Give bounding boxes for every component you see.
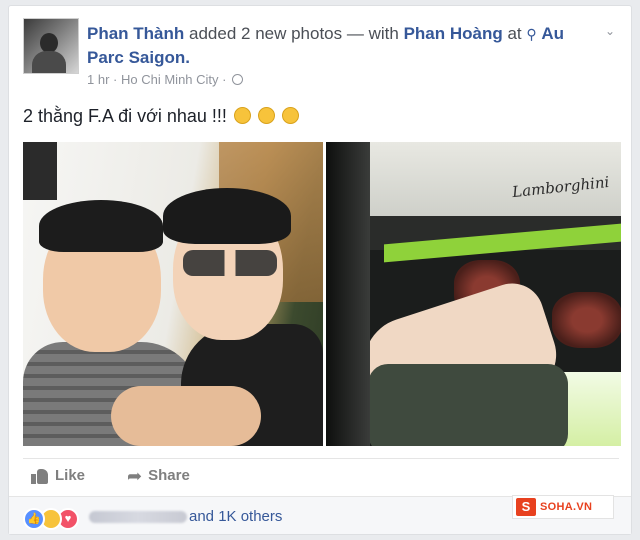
post-meta: 1 hr · Ho Chi Minh City · [87,72,244,87]
blurred-reactor-name [89,511,187,523]
person-right-hair [163,188,291,244]
photo-selfie[interactable] [23,142,323,446]
smile-emoji-icon [233,107,251,124]
watermark-text: SOHA.VN [540,501,593,513]
photo-bg-shelf [23,142,57,200]
map-pin-icon: ⚲ [526,26,537,42]
meta-separator-2: · [222,72,227,87]
like-label: Like [55,467,86,484]
relieved-emoji-icon [257,107,275,124]
like-button[interactable]: Like [31,467,85,484]
post-headline: Phan Thành added 2 new photos — with Pha… [87,22,597,70]
meta-separator: · [113,72,118,87]
sunglasses [183,250,277,276]
action-text: added 2 new photos — with [189,24,399,43]
avatar-head-shape [40,33,58,53]
reaction-count-text[interactable]: and 1K others [189,508,282,525]
like-reaction-icon: 👍 [23,508,45,530]
post-text: 2 thằng F.A đi với nhau !!! [23,106,299,127]
photo-car-interior[interactable]: Lamborghini [326,142,621,446]
tagged-friend-link[interactable]: Phan Hoàng [404,24,503,43]
author-name-link[interactable]: Phan Thành [87,24,184,43]
share-label: Share [148,467,190,484]
post-card: Phan Thành added 2 new photos — with Pha… [8,5,632,535]
thumbs-up-icon [31,468,49,484]
chevron-down-icon[interactable]: ⌄ [605,24,617,38]
share-arrow-icon: ➦ [127,465,143,486]
post-message: 2 thằng F.A đi với nhau !!! [23,106,227,126]
soha-logo-icon: S [516,498,536,516]
timestamp-link[interactable]: 1 hr [87,72,109,87]
shorts [368,364,568,446]
globe-icon[interactable] [232,74,244,85]
author-avatar[interactable] [23,18,79,74]
crying-emoji-icon [281,107,299,124]
photo-grid: Lamborghini [23,142,621,446]
soha-watermark: S SOHA.VN [512,495,614,519]
share-button[interactable]: ➦ Share [127,465,190,486]
avatar-body-shape [32,51,66,73]
car-door-panel [326,142,370,446]
studded-shoe-right [552,292,621,348]
person-left-hair [39,200,163,252]
at-text: at [507,24,522,43]
location-link[interactable]: Ho Chi Minh City [121,72,219,87]
person-arm [111,386,261,446]
post-actions-bar: Like ➦ Share [23,458,619,495]
